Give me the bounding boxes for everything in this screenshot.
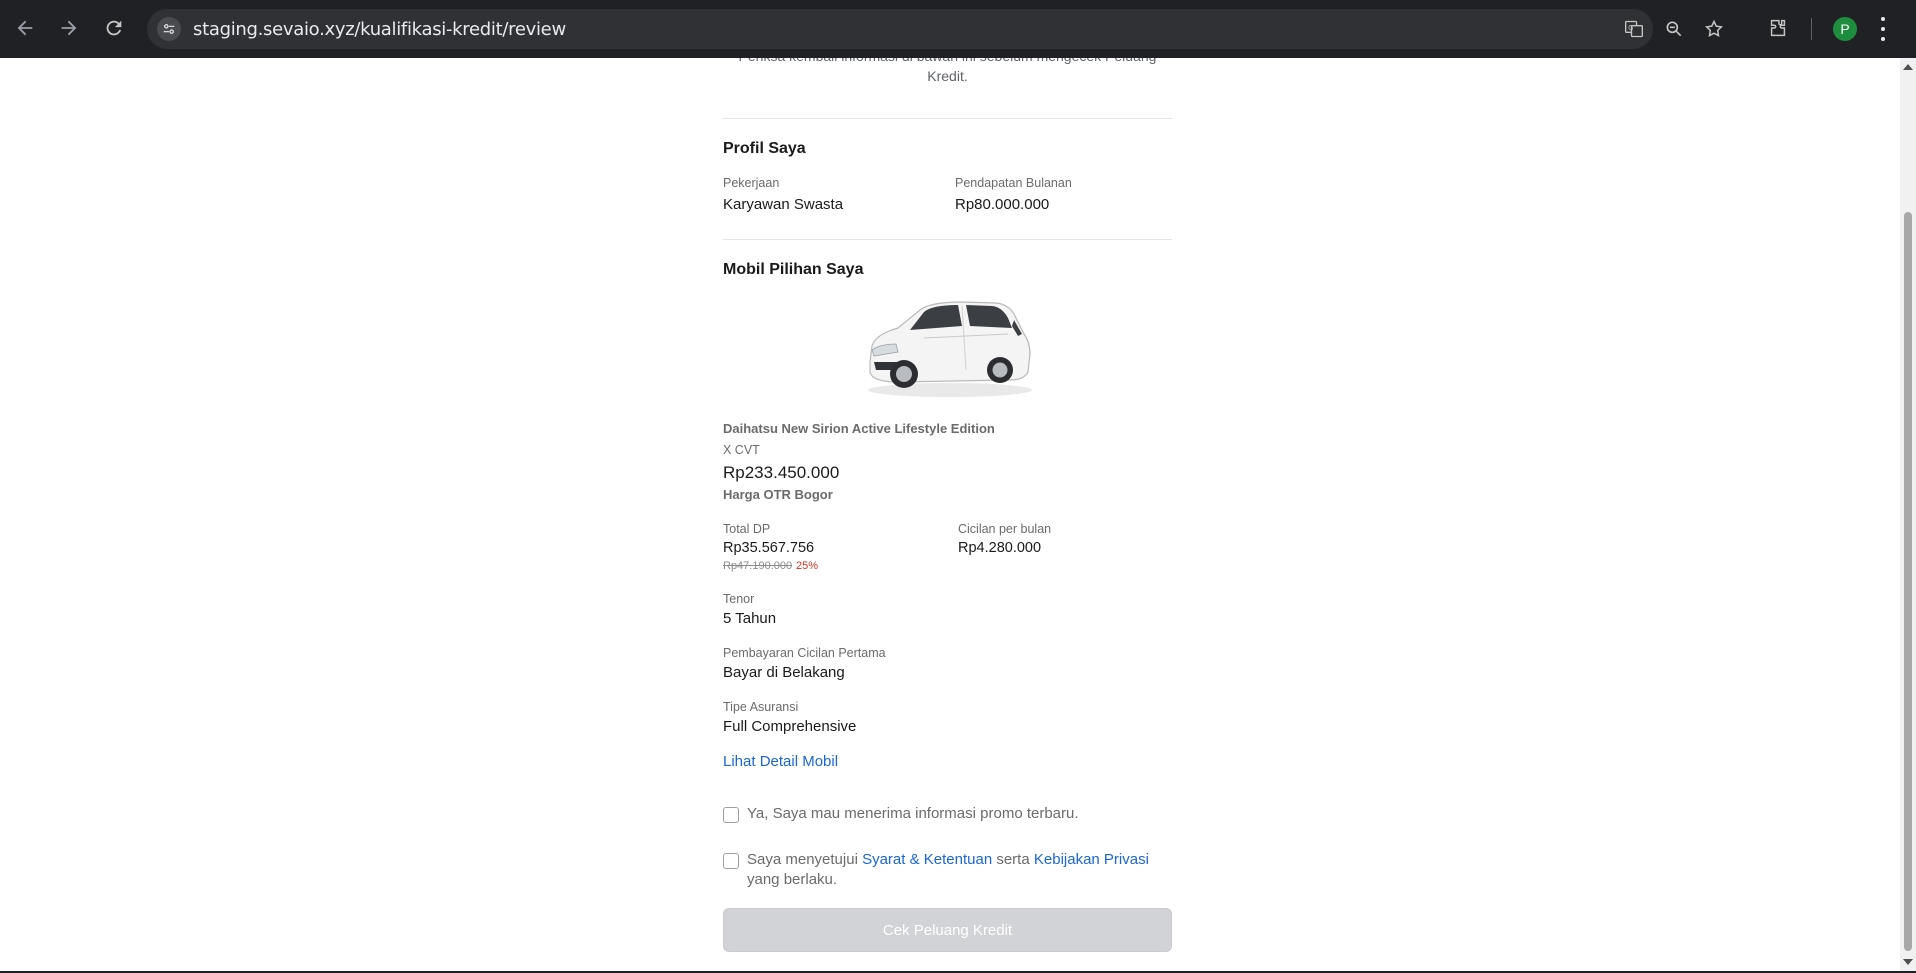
tenor-label: Tenor [723, 592, 755, 606]
terms-prefix: Saya menyetujui [747, 851, 858, 868]
promo-consent-text: Ya, Saya mau menerima informasi promo te… [747, 805, 1079, 822]
intro-text: Periksa kembali informasi di bawah ini s… [739, 58, 1157, 84]
insurance-label: Tipe Asuransi [723, 700, 799, 714]
address-bar[interactable]: staging.sevaio.xyz/kualifikasi-kredit/re… [147, 9, 1723, 49]
first-payment-label: Pembayaran Cicilan Pertama [723, 646, 886, 660]
income-label: Pendapatan Bulanan [955, 176, 1072, 190]
dp-value: Rp35.567.756 [723, 540, 815, 556]
scroll-thumb[interactable] [1904, 212, 1912, 951]
scroll-up-icon[interactable] [1903, 64, 1913, 70]
browser-toolbar: staging.sevaio.xyz/kualifikasi-kredit/re… [0, 0, 1916, 58]
tenor-value: 5 Tahun [723, 610, 777, 627]
car-price: Rp233.450.000 [723, 463, 840, 482]
income-value: Rp80.000.000 [955, 196, 1050, 213]
price-note: Harga OTR Bogor [723, 487, 833, 502]
extensions-icon[interactable] [1763, 13, 1793, 43]
terms-consent-row[interactable]: Saya menyetujui Syarat & Ketentuan serta… [723, 850, 1172, 890]
profile-avatar[interactable]: P [1833, 17, 1857, 41]
dp-original-price: Rp47.190.000 [723, 560, 793, 572]
occupation-value: Karyawan Swasta [723, 196, 844, 213]
forward-arrow-icon[interactable] [54, 13, 84, 43]
divider [723, 239, 1172, 240]
back-arrow-icon[interactable] [10, 13, 40, 43]
car-variant: X CVT [723, 443, 760, 457]
vertical-scrollbar[interactable] [1900, 58, 1916, 971]
check-credit-button[interactable]: Cek Peluang Kredit [723, 908, 1172, 952]
car-section-title: Mobil Pilihan Saya [723, 261, 864, 278]
terms-consent-text: Saya menyetujui Syarat & Ketentuan serta… [747, 850, 1172, 890]
profile-section-title: Profil Saya [723, 140, 806, 157]
installment-value: Rp4.280.000 [958, 540, 1042, 556]
terms-suffix: yang berlaku. [747, 871, 838, 888]
car-detail-link[interactable]: Lihat Detail Mobil [723, 753, 838, 770]
translate-icon[interactable]: G [1621, 16, 1647, 42]
privacy-link[interactable]: Kebijakan Privasi [1034, 851, 1149, 868]
first-payment-value: Bayar di Belakang [723, 664, 845, 681]
terms-link[interactable]: Syarat & Ketentuan [862, 851, 992, 868]
dp-label: Total DP [723, 522, 771, 536]
zoom-icon[interactable] [1661, 16, 1687, 42]
url-text[interactable]: staging.sevaio.xyz/kualifikasi-kredit/re… [193, 19, 566, 40]
car-name: Daihatsu New Sirion Active Lifestyle Edi… [723, 421, 995, 436]
more-menu-icon[interactable] [1879, 17, 1887, 41]
divider [723, 118, 1172, 119]
scroll-down-icon[interactable] [1903, 959, 1913, 965]
insurance-value: Full Comprehensive [723, 718, 857, 735]
promo-checkbox[interactable] [723, 807, 739, 823]
dp-percent-badge: 25% [796, 560, 819, 572]
toolbar-divider [1811, 18, 1812, 40]
svg-text:G: G [1628, 24, 1633, 32]
installment-label: Cicilan per bulan [958, 522, 1052, 536]
terms-checkbox[interactable] [723, 853, 739, 869]
reload-icon[interactable] [99, 13, 129, 43]
terms-mid: serta [996, 851, 1030, 868]
page-viewport: Periksa kembali informasi di bawah ini s… [0, 58, 1900, 971]
bookmark-star-icon[interactable] [1701, 16, 1727, 42]
promo-consent-row[interactable]: Ya, Saya mau menerima informasi promo te… [723, 804, 1172, 824]
car-image [868, 301, 1032, 397]
site-settings-icon[interactable] [157, 17, 181, 41]
occupation-label: Pekerjaan [723, 176, 780, 190]
